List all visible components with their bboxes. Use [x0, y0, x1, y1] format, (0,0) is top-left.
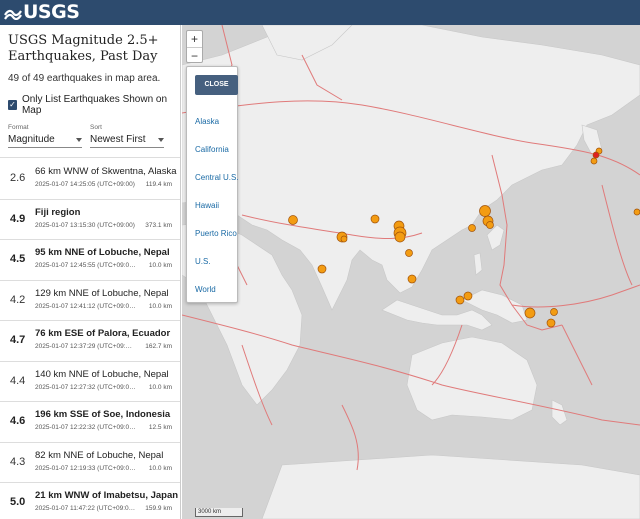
magnitude: 4.9	[10, 212, 26, 225]
earthquake-time: 2025-01-07 12:37:29 (UTC+09:…	[35, 343, 133, 350]
earthquake-item[interactable]: 4.6 196 km SSE of Soe, Indonesia 2025-01…	[0, 402, 180, 443]
page-title: USGS Magnitude 2.5+ Earthquakes, Past Da…	[8, 33, 159, 64]
earthquake-item[interactable]: 4.4 140 km NNE of Lobuche, Nepal 2025-01…	[0, 361, 180, 402]
magnitude: 4.6	[10, 415, 26, 427]
earthquake-marker-recent[interactable]	[592, 151, 600, 159]
magnitude: 4.5	[10, 253, 26, 265]
earthquake-marker[interactable]	[479, 205, 491, 217]
checkbox-checked-icon[interactable]: ✓	[8, 100, 17, 110]
region-puerto-rico[interactable]: Puerto Rico	[195, 229, 237, 238]
earthquake-place: 21 km WNW of Imabetsu, Japan	[35, 490, 178, 501]
zoom-in-button[interactable]: +	[187, 31, 202, 47]
earthquake-marker[interactable]	[633, 208, 640, 216]
earthquake-marker[interactable]	[590, 157, 598, 165]
earthquake-time: 2025-01-07 12:45:55 (UTC+09:0…	[35, 262, 136, 269]
earthquake-count: 49 of 49 earthquakes in map area.	[8, 73, 161, 84]
earthquake-marker[interactable]	[405, 249, 413, 257]
earthquake-depth: 12.5 km	[148, 424, 172, 431]
chevron-down-icon	[76, 137, 82, 142]
earthquake-place: 82 km NNE of Lobuche, Nepal	[35, 449, 164, 461]
earthquake-marker[interactable]	[463, 291, 473, 301]
region-alaska[interactable]: Alaska	[195, 117, 219, 126]
earthquake-depth: 10.0 km	[148, 262, 172, 269]
map-scale: 3000 km	[195, 508, 243, 517]
earthquake-list: 2.6 66 km WNW of Skwentna, Alaska 2025-0…	[0, 159, 180, 519]
sidebar-header: USGS Magnitude 2.5+ Earthquakes, Past Da…	[0, 25, 180, 158]
magnitude: 4.4	[10, 374, 26, 387]
earthquake-map[interactable]	[182, 25, 640, 519]
region-hawaii[interactable]: Hawaii	[195, 201, 219, 210]
region-world[interactable]: World	[195, 285, 216, 294]
earthquake-marker[interactable]	[455, 295, 465, 305]
chevron-down-icon	[158, 137, 164, 142]
earthquake-depth: 10.0 km	[148, 383, 172, 391]
earthquake-sidebar: USGS Magnitude 2.5+ Earthquakes, Past Da…	[0, 25, 181, 519]
earthquake-marker[interactable]	[486, 221, 494, 229]
region-california[interactable]: California	[195, 145, 229, 154]
earthquake-item[interactable]: 4.2 129 km NNE of Lobuche, Nepal 2025-01…	[0, 280, 180, 321]
magnitude: 2.6	[10, 172, 26, 184]
earthquake-item[interactable]: 4.3 82 km NNE of Lobuche, Nepal 2025-01-…	[0, 442, 180, 483]
earthquake-place: 129 km NNE of Lobuche, Nepal	[35, 287, 169, 299]
earthquake-time: 2025-01-07 12:27:32 (UTC+09:0…	[35, 383, 136, 391]
earthquake-marker[interactable]	[370, 214, 380, 224]
earthquake-time: 2025-01-07 12:19:33 (UTC+09:0…	[35, 464, 136, 472]
earthquake-depth: 119.4 km	[145, 181, 172, 188]
map-canvas[interactable]	[182, 25, 640, 519]
earthquake-depth: 10.0 km	[148, 302, 172, 310]
zoom-control: + −	[186, 30, 203, 63]
earthquake-marker[interactable]	[394, 231, 406, 243]
earthquake-place: 140 km NNE of Lobuche, Nepal	[35, 368, 169, 380]
earthquake-depth: 162.7 km	[145, 343, 172, 350]
usgs-logo-text: USGS	[23, 1, 80, 23]
format-select[interactable]: Format Magnitude	[8, 124, 82, 148]
sort-label: Sort	[90, 124, 102, 131]
top-bar: USGS	[0, 0, 640, 25]
earthquake-item[interactable]: 4.7 76 km ESE of Palora, Ecuador 2025-01…	[0, 321, 180, 362]
earthquake-marker[interactable]	[550, 308, 558, 316]
earthquake-item[interactable]: 5.0 21 km WNW of Imabetsu, Japan 2025-01…	[0, 483, 180, 519]
usgs-wave-icon	[4, 9, 22, 20]
earthquake-item[interactable]: 4.5 95 km NNE of Lobuche, Nepal 2025-01-…	[0, 240, 180, 281]
earthquake-marker[interactable]	[546, 318, 556, 328]
format-value: Magnitude	[8, 134, 55, 145]
earthquake-depth: 10.0 km	[148, 464, 172, 472]
earthquake-depth: 373.1 km	[145, 221, 172, 229]
earthquake-marker[interactable]	[524, 307, 536, 319]
earthquake-place: Fiji region	[35, 206, 81, 218]
only-list-toggle[interactable]: ✓ Only List Earthquakes Shown on Map	[8, 94, 172, 116]
earthquake-place: 95 km NNE of Lobuche, Nepal	[35, 247, 170, 258]
magnitude: 5.0	[10, 496, 26, 508]
earthquake-place: 66 km WNW of Skwentna, Alaska	[35, 166, 177, 177]
earthquake-time: 2025-01-07 12:22:32 (UTC+09:0…	[35, 424, 136, 431]
earthquake-time: 2025-01-07 14:25:05 (UTC+09:00)	[35, 181, 135, 188]
earthquake-marker[interactable]	[468, 224, 476, 232]
magnitude: 4.3	[10, 455, 26, 468]
sort-value: Newest First	[90, 134, 146, 145]
region-us[interactable]: U.S.	[195, 257, 211, 266]
region-menu: CLOSE Alaska California Central U.S. Haw…	[186, 66, 239, 303]
region-central-us[interactable]: Central U.S.	[195, 173, 239, 182]
earthquake-item[interactable]: 2.6 66 km WNW of Skwentna, Alaska 2025-0…	[0, 159, 180, 200]
only-list-label: Only List Earthquakes Shown on Map	[21, 94, 168, 116]
earthquake-time: 2025-01-07 13:15:30 (UTC+09:00)	[35, 221, 135, 229]
earthquake-marker[interactable]	[407, 274, 417, 284]
earthquake-marker[interactable]	[288, 215, 298, 225]
earthquake-place: 196 km SSE of Soe, Indonesia	[35, 409, 171, 420]
earthquake-marker[interactable]	[317, 264, 327, 274]
sort-select[interactable]: Sort Newest First	[90, 124, 164, 148]
magnitude: 4.7	[10, 334, 26, 346]
earthquake-time: 2025-01-07 12:41:12 (UTC+09:0…	[35, 302, 136, 310]
format-label: Format	[8, 124, 29, 131]
zoom-out-button[interactable]: −	[187, 47, 202, 63]
earthquake-item[interactable]: 4.9 Fiji region 2025-01-07 13:15:30 (UTC…	[0, 199, 180, 240]
usgs-logo[interactable]: USGS	[4, 1, 80, 23]
close-button[interactable]: CLOSE	[195, 75, 238, 95]
earthquake-marker[interactable]	[340, 235, 348, 243]
magnitude: 4.2	[10, 293, 26, 306]
earthquake-depth: 159.9 km	[145, 505, 172, 512]
earthquake-place: 76 km ESE of Palora, Ecuador	[35, 328, 171, 339]
earthquake-time: 2025-01-07 11:47:22 (UTC+09:0…	[35, 505, 136, 512]
